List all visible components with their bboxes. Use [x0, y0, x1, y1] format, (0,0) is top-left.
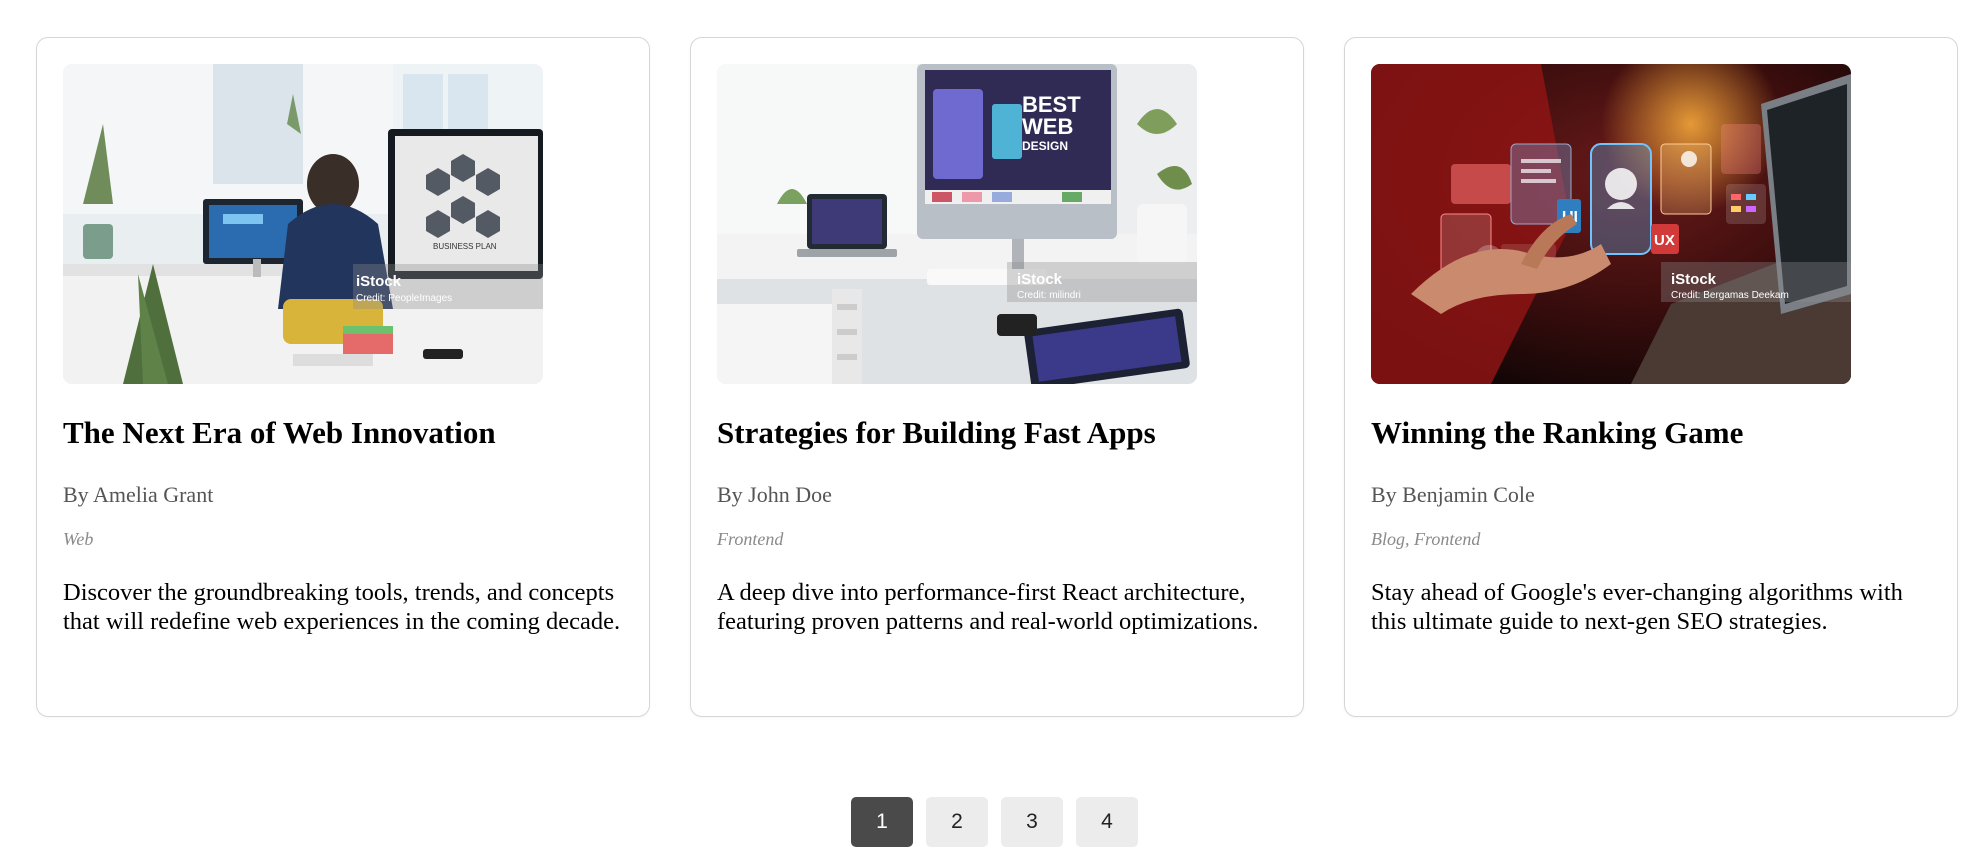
article-card[interactable]: UI UX [1344, 37, 1958, 717]
article-category: Web [63, 529, 94, 549]
article-author: By Amelia Grant [63, 482, 214, 507]
article-excerpt: Discover the groundbreaking tools, trend… [63, 579, 621, 635]
article-author: By Benjamin Cole [1371, 482, 1535, 507]
article-title[interactable]: The Next Era of Web Innovation [63, 413, 496, 453]
pagination: 1 2 3 4 [851, 797, 1138, 847]
screen-text-line2: WEB [1022, 114, 1073, 139]
article-category: Frontend [717, 529, 784, 549]
ui-ux-hologram-illustration: UI UX [1371, 64, 1851, 384]
article-excerpt: Stay ahead of Google's ever-changing alg… [1371, 579, 1903, 635]
article-card-grid: BUSINESS PLAN iStock Credit: PeopleImage… [36, 37, 1958, 717]
article-card[interactable]: BUSINESS PLAN iStock Credit: PeopleImage… [36, 37, 650, 717]
screen-text-line3: DESIGN [1022, 139, 1068, 153]
article-thumbnail-image[interactable]: BUSINESS PLAN iStock Credit: PeopleImage… [63, 64, 543, 384]
istock-watermark: iStock [356, 273, 402, 290]
web-design-workspace-illustration: BEST WEB DESIGN iStock Credit: milindri [717, 64, 1197, 384]
article-thumbnail-image[interactable]: UI UX [1371, 64, 1851, 384]
istock-watermark: iStock [1017, 271, 1063, 288]
page-button-2[interactable]: 2 [926, 797, 988, 847]
istock-watermark: iStock [1671, 271, 1717, 288]
image-credit: Credit: Bergamas Deekam [1671, 290, 1789, 301]
page-button-1[interactable]: 1 [851, 797, 913, 847]
article-card[interactable]: BEST WEB DESIGN iStock Credit: milindri … [690, 37, 1304, 717]
ux-label: UX [1654, 232, 1675, 249]
article-author: By John Doe [717, 482, 832, 507]
image-credit: Credit: PeopleImages [356, 293, 452, 304]
article-title[interactable]: Strategies for Building Fast Apps [717, 413, 1156, 453]
article-excerpt: A deep dive into performance-first React… [717, 579, 1259, 635]
page-button-4[interactable]: 4 [1076, 797, 1138, 847]
article-title[interactable]: Winning the Ranking Game [1371, 413, 1743, 453]
office-desk-illustration: BUSINESS PLAN iStock Credit: PeopleImage… [63, 64, 543, 384]
article-thumbnail-image[interactable]: BEST WEB DESIGN iStock Credit: milindri [717, 64, 1197, 384]
page-button-3[interactable]: 3 [1001, 797, 1063, 847]
screen-text: BUSINESS PLAN [433, 242, 497, 251]
image-credit: Credit: milindri [1017, 290, 1081, 301]
article-category: Blog, Frontend [1371, 529, 1481, 549]
